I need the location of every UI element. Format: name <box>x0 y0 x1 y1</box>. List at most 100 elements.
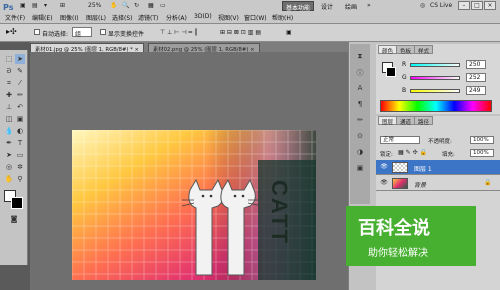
history-panel-icon[interactable]: ⧗ <box>353 52 367 64</box>
tab-channels[interactable]: 通道 <box>396 116 416 126</box>
background-color-swatch[interactable] <box>11 197 23 209</box>
type-tool-icon[interactable]: T <box>15 138 25 148</box>
healing-brush-tool-icon[interactable]: ✚ <box>4 90 14 100</box>
cs-live-icon[interactable]: ◎ <box>420 2 425 9</box>
bridge-icon[interactable]: ▣ <box>20 2 26 9</box>
clone-stamp-tool-icon[interactable]: ⊥ <box>4 102 14 112</box>
screen-mode-icon[interactable]: ▭ <box>160 2 166 9</box>
lock-label: 锁定: <box>380 152 393 158</box>
quick-mask-icon[interactable]: ◙ <box>9 214 19 224</box>
mini-bridge-icon[interactable]: ▤ <box>32 2 38 9</box>
tab-styles[interactable]: 样式 <box>414 45 434 55</box>
blend-mode-dropdown[interactable]: 正常 <box>380 136 420 144</box>
dodge-tool-icon[interactable]: ◐ <box>15 126 25 136</box>
tab-swatches[interactable]: 色板 <box>396 45 416 55</box>
fill-input[interactable]: 100% <box>470 149 494 157</box>
distribute-buttons[interactable]: ⊞ ⊟ ⊠ ⊡ ▥ ▤ <box>220 29 261 36</box>
color-bg-swatch[interactable] <box>386 67 396 77</box>
hand-tool-icon[interactable]: ✋ <box>4 174 14 184</box>
rotate-view-icon[interactable]: ↻ <box>134 2 139 9</box>
green-value[interactable]: 252 <box>466 73 486 82</box>
tab-document-1[interactable]: 素材01.jpg @ 25% (图层 1, RGB/8#) * × <box>30 43 144 53</box>
shape-tool-icon[interactable]: ▭ <box>15 150 25 160</box>
minimize-button[interactable]: – <box>458 1 470 10</box>
menu-file[interactable]: 文件(F) <box>5 13 25 22</box>
paragraph-panel-icon[interactable]: ¶ <box>353 100 367 112</box>
menu-image[interactable]: 图像(I) <box>60 13 78 22</box>
layer-name[interactable]: 图层 1 <box>414 164 432 173</box>
layer-thumbnail <box>392 178 408 189</box>
show-transform-checkbox[interactable] <box>100 29 106 35</box>
brush-panel-icon[interactable]: ✏ <box>353 116 367 128</box>
menu-view[interactable]: 视图(V) <box>218 13 239 22</box>
opacity-input[interactable]: 100% <box>470 136 494 144</box>
zoom-tool-icon[interactable]: ⚲ <box>15 174 25 184</box>
3d-camera-tool-icon[interactable]: ✲ <box>15 162 25 172</box>
cs-live-button[interactable]: CS Live <box>430 2 452 9</box>
zoom-tool-icon[interactable]: 🔍 <box>122 2 129 9</box>
view-extras-icon[interactable]: ⊞ <box>60 2 65 9</box>
watermark-badge: 百科全说 助你轻松解决 <box>346 206 476 266</box>
brush-tool-icon[interactable]: ✏ <box>15 90 25 100</box>
layer-row-background[interactable]: 👁 背景 🔒 <box>376 176 500 191</box>
blue-slider[interactable] <box>410 89 460 93</box>
layer-row-layer1[interactable]: 👁 图层 1 <box>376 160 500 175</box>
layer-name[interactable]: 背景 <box>414 180 426 189</box>
workspace-painting[interactable]: 绘画 <box>342 1 360 11</box>
lock-icon: 🔒 <box>484 179 492 186</box>
tab-layers[interactable]: 图层 <box>378 116 398 126</box>
path-selection-tool-icon[interactable]: ➤ <box>4 150 14 160</box>
menu-help[interactable]: 帮助(H) <box>272 13 293 22</box>
menu-edit[interactable]: 编辑(E) <box>32 13 52 22</box>
menu-window[interactable]: 窗口(W) <box>244 13 267 22</box>
lock-icons[interactable]: ▦ ✎ ✣ 🔒 <box>398 149 427 156</box>
green-slider[interactable] <box>410 76 460 80</box>
auto-select-checkbox[interactable] <box>34 29 40 35</box>
tab-paths[interactable]: 路径 <box>414 116 434 126</box>
masks-panel-icon[interactable]: ▣ <box>353 164 367 176</box>
clone-source-panel-icon[interactable]: ⊙ <box>353 132 367 144</box>
blue-value[interactable]: 249 <box>466 86 486 95</box>
history-brush-tool-icon[interactable]: ↶ <box>15 102 25 112</box>
visibility-eye-icon[interactable]: 👁 <box>380 179 388 187</box>
menu-select[interactable]: 选择(S) <box>112 13 133 22</box>
red-value[interactable]: 250 <box>466 60 486 69</box>
close-button[interactable]: × <box>484 1 496 10</box>
workspace-essentials[interactable]: 基本功能 <box>282 1 315 12</box>
menu-3d[interactable]: 3D(D) <box>194 13 212 20</box>
tab-color[interactable]: 颜色 <box>378 45 398 55</box>
move-tool-icon[interactable]: ➤ <box>15 54 25 64</box>
maximize-button[interactable]: □ <box>471 1 483 10</box>
red-slider[interactable] <box>410 63 460 67</box>
character-panel-icon[interactable]: A <box>353 84 367 96</box>
menu-layer[interactable]: 图层(L) <box>86 13 106 22</box>
move-tool-preset-icon[interactable]: ▸✣ <box>6 27 17 36</box>
tab-document-2[interactable]: 素材02.png @ 25% (图层 1, RGB/8#) × <box>148 43 260 53</box>
quick-select-tool-icon[interactable]: ✎ <box>15 66 25 76</box>
3d-rotate-tool-icon[interactable]: ◎ <box>4 162 14 172</box>
watermark-subtitle: 助你轻松解决 <box>368 248 428 259</box>
zoom-level[interactable]: 25% <box>88 2 101 9</box>
blur-tool-icon[interactable]: 💧 <box>4 126 14 136</box>
extras-icon[interactable]: ▾ <box>44 2 47 9</box>
color-spectrum-bar[interactable] <box>380 100 492 112</box>
visibility-eye-icon[interactable]: 👁 <box>380 163 388 171</box>
eraser-tool-icon[interactable]: ◫ <box>4 114 14 124</box>
lasso-tool-icon[interactable]: ᘐ <box>4 66 14 76</box>
eyedropper-tool-icon[interactable]: ⁄ <box>15 78 25 88</box>
align-buttons[interactable]: ⊤ ⊥ ⊢ ⊣ ═ ║ <box>160 29 198 36</box>
hand-tool-icon[interactable]: ✋ <box>110 2 117 9</box>
workspace-more[interactable]: » <box>364 1 374 11</box>
menu-filter[interactable]: 滤镜(T) <box>138 13 158 22</box>
auto-select-dropdown[interactable]: 组 <box>72 27 92 38</box>
arrange-documents-icon[interactable]: ▦ <box>148 2 154 9</box>
pen-tool-icon[interactable]: ✒ <box>4 138 14 148</box>
crop-tool-icon[interactable]: ⌗ <box>4 78 14 88</box>
menu-analysis[interactable]: 分析(A) <box>166 13 187 22</box>
gradient-tool-icon[interactable]: ▣ <box>15 114 25 124</box>
marquee-tool-icon[interactable]: ⬚ <box>4 54 14 64</box>
info-panel-icon[interactable]: ⓘ <box>353 68 367 80</box>
auto-align-icon[interactable]: ▣ <box>286 29 292 36</box>
workspace-design[interactable]: 设计 <box>318 1 336 11</box>
adjustments-panel-icon[interactable]: ◑ <box>353 148 367 160</box>
